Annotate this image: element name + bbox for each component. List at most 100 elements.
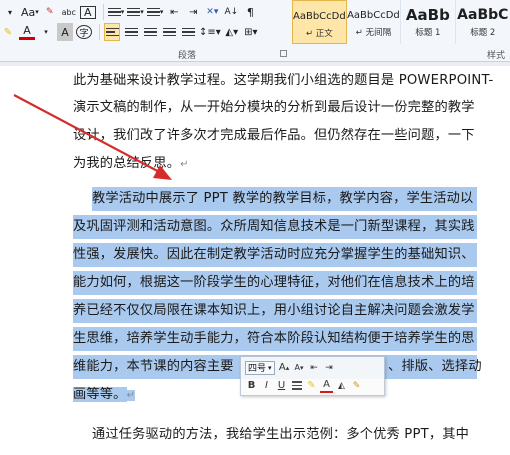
mini-font-size-combo[interactable]: 四号 ▾ <box>245 360 275 375</box>
distribute-icon <box>181 27 195 37</box>
selected-line-2: 及巩固评测和活动意图。众所周知信息技术是一门新型课程，其实践 <box>73 215 477 239</box>
document-page[interactable]: 此为基础来设计教学过程。这学期我们小组选的题目是 POWERPOINT- 演示文… <box>0 66 510 455</box>
char-shading-label: A <box>61 25 69 39</box>
mini-underline-label: U <box>277 380 286 391</box>
ribbon-row-1: ▾ Aa ▾ ✎ abc A ▾ ▾ ▾ ⇤ ⇥ ✕▾ A↓ ¶ <box>2 2 261 22</box>
mini-font-size-value: 四号 <box>248 364 267 374</box>
mini-bold-button[interactable]: B <box>245 378 258 393</box>
grow-font-label: A <box>278 362 286 373</box>
styles-gallery: AaBbCcDd ↵ 正文 AaBbCcDd ↵ 无间隔 AaBb 标题 1 A… <box>292 0 510 46</box>
text-line-4: 为我的总结反思。↵ <box>73 152 189 176</box>
style-name: 标题 2 <box>470 28 496 38</box>
mini-bold-label: B <box>247 380 256 391</box>
font-color-label: A <box>23 24 31 37</box>
mini-font-color-button[interactable]: A <box>320 378 333 393</box>
mini-increase-indent-button[interactable]: ⇥ <box>323 360 336 375</box>
text-line-4-text: 为我的总结反思。 <box>73 156 181 171</box>
mini-format-painter-button[interactable]: ✎ <box>350 378 363 393</box>
style-preview: AaBbCcDd <box>347 9 400 21</box>
char-shading-button[interactable]: A <box>57 23 73 41</box>
text-line-1: 此为基础来设计教学过程。这学期我们小组选的题目是 POWERPOINT- <box>73 73 494 88</box>
numbering-icon <box>127 7 141 17</box>
sort-button[interactable]: A↓ <box>223 3 239 21</box>
font-color-dropdown[interactable]: ▾ <box>38 23 54 41</box>
align-right-icon <box>143 27 157 37</box>
selected-line-3: 性强，发展快。因此在制定教学活动时应充分掌握学生的基础知识、 <box>73 243 477 267</box>
style-name: ↵ 无间隔 <box>355 28 392 38</box>
numbering-button[interactable]: ▾ <box>127 3 144 21</box>
mini-shading-button[interactable]: ◭ <box>335 378 348 393</box>
selected-line-5: 养已经不仅仅局限在课本知识上，用小组讨论自主解决问题会激发学 <box>73 299 477 323</box>
paragraph-dialog-launcher[interactable] <box>280 50 287 57</box>
style-heading-2[interactable]: AaBbC 标题 2 <box>456 0 510 44</box>
paragraph-mark: ↵ <box>126 390 136 401</box>
enclosed-char-label: 字 <box>79 28 89 39</box>
align-left-button[interactable] <box>104 23 120 41</box>
align-center-icon <box>124 27 138 37</box>
align-right-button[interactable] <box>142 23 158 41</box>
clear-format-button[interactable]: ✎ <box>42 3 58 21</box>
style-heading-1[interactable]: AaBb 标题 1 <box>401 0 456 44</box>
mini-highlight-button[interactable]: ✎ <box>305 378 318 393</box>
mini-font-color-label: A <box>323 379 330 390</box>
mini-center-button[interactable] <box>290 378 303 393</box>
ribbon: ▾ Aa ▾ ✎ abc A ▾ ▾ ▾ ⇤ ⇥ ✕▾ A↓ ¶ ✎ A ▾ A … <box>0 0 510 62</box>
mini-underline-button[interactable]: U <box>275 378 288 393</box>
multilevel-list-icon <box>146 7 160 17</box>
paragraph-group-label: 段落 <box>178 51 197 61</box>
paragraph-mark: ↵ <box>180 159 189 170</box>
selected-line-4: 能力如何，根据这一阶段学生的心理特征，对他们在信息技术上的培 <box>73 271 477 295</box>
grow-font-button[interactable]: A ▴ <box>278 360 291 375</box>
selected-line-7-text: 维能力，本节课的内容主要 <box>73 359 234 374</box>
justify-icon <box>162 27 176 37</box>
multilevel-list-button[interactable]: ▾ <box>146 3 163 21</box>
separator <box>99 24 100 40</box>
text-line-next: 通过任务驱动的方法，我给学生出示范例：多个优秀 PPT，其中 <box>92 427 470 442</box>
chinese-layout-button[interactable]: ✕▾ <box>204 3 220 21</box>
mini-italic-label: I <box>265 380 268 391</box>
style-preview: AaBbC <box>457 7 509 23</box>
text-effects-button[interactable]: Aa ▾ <box>21 3 39 21</box>
text-line-3: 设计，我们改了许多次才完成最后作品。但仍然存在一些问题，一下 <box>73 128 475 143</box>
justify-button[interactable] <box>161 23 177 41</box>
mini-toolbar: 四号 ▾ A ▴ A ▾ ⇤ ⇥ B I U ✎ A ◭ ✎ <box>240 356 385 396</box>
align-center-button[interactable] <box>123 23 139 41</box>
style-name: 标题 1 <box>415 28 441 38</box>
style-preview: AaBb <box>405 6 450 24</box>
highlight-button[interactable]: ✎ <box>0 23 16 41</box>
change-case-button[interactable]: abc <box>61 3 77 21</box>
line-spacing-button[interactable]: ↕≡▾ <box>199 23 221 41</box>
selected-line-6: 生思维，培养学生动手能力，符合本阶段认知结构便于培养学生的思 <box>73 327 477 351</box>
bullets-button[interactable]: ▾ <box>107 3 124 21</box>
mini-center-icon <box>291 381 302 390</box>
font-size-dropdown-arrow[interactable]: ▾ <box>2 3 18 21</box>
font-color-button[interactable]: A <box>19 24 35 40</box>
ribbon-row-2: ✎ A ▾ A 字 ↕≡▾ ◭▾ ⊞▾ <box>0 22 262 42</box>
increase-indent-button[interactable]: ⇥ <box>185 3 201 21</box>
shading-button[interactable]: ◭▾ <box>224 23 240 41</box>
styles-group-label: 样式 <box>487 51 506 61</box>
mini-italic-button[interactable]: I <box>260 378 273 393</box>
style-no-spacing[interactable]: AaBbCcDd ↵ 无间隔 <box>347 0 402 44</box>
style-preview: AaBbCcDd <box>293 10 346 22</box>
mini-toolbar-row-2: B I U ✎ A ◭ ✎ <box>245 377 365 394</box>
selected-line-1: 教学活动中展示了 PPT 教学的教学目标，教学内容，学生活动以 <box>92 187 477 211</box>
selected-line-8-text: 画等等。 <box>73 387 127 402</box>
selected-line-7-tail: 、排版、选择动 <box>388 359 482 374</box>
change-case-label: abc <box>61 7 76 17</box>
show-marks-button[interactable]: ¶ <box>242 3 258 21</box>
borders-button[interactable]: ⊞▾ <box>243 23 259 41</box>
mini-toolbar-row-1: 四号 ▾ A ▴ A ▾ ⇤ ⇥ <box>245 359 338 376</box>
char-border-label: A <box>84 5 92 19</box>
decrease-indent-button[interactable]: ⇤ <box>166 3 182 21</box>
style-normal[interactable]: AaBbCcDd ↵ 正文 <box>292 0 347 44</box>
selected-line-8: 画等等。↵ <box>73 383 136 407</box>
style-name: ↵ 正文 <box>305 29 333 39</box>
distribute-button[interactable] <box>180 23 196 41</box>
enclosed-char-button[interactable]: 字 <box>76 25 92 39</box>
text-effects-label: Aa <box>21 5 36 19</box>
char-border-button[interactable]: A <box>79 5 96 19</box>
separator <box>102 4 104 20</box>
shrink-font-button[interactable]: A ▾ <box>293 360 306 375</box>
mini-decrease-indent-button[interactable]: ⇤ <box>308 360 321 375</box>
